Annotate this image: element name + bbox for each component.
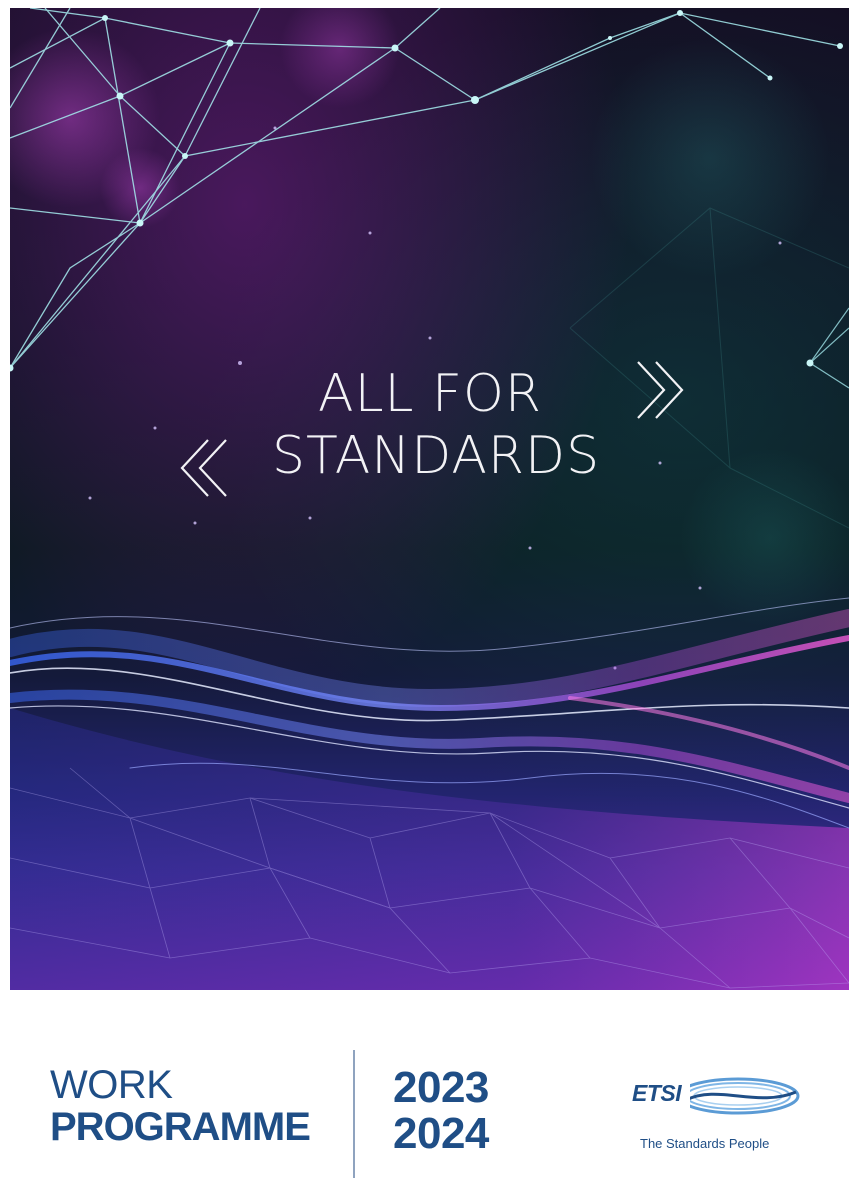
year-end: 2024 — [393, 1109, 489, 1158]
title-line-2: PROGRAMME — [50, 1105, 311, 1149]
cover-page: ALL FOR STANDARDS WORK PROGRAMME 2023 20… — [0, 0, 849, 1200]
title-line-1: WORK — [50, 1063, 173, 1107]
headline: ALL FOR STANDARDS — [10, 358, 849, 518]
etsi-wordmark: ETSI — [632, 1080, 682, 1106]
hero-artwork: ALL FOR STANDARDS — [10, 8, 849, 990]
headline-line-2: STANDARDS — [272, 426, 601, 486]
year-start: 2023 — [393, 1063, 489, 1112]
etsi-logo: ETSI The Standards People — [628, 1074, 828, 1164]
etsi-tagline: The Standards People — [640, 1136, 770, 1151]
vertical-divider — [353, 1050, 355, 1178]
double-chevron-left-icon — [180, 439, 227, 497]
work-programme-title: WORK PROGRAMME — [50, 1063, 311, 1149]
headline-line-1: ALL FOR — [318, 364, 543, 424]
footer-band: WORK PROGRAMME 2023 2024 ETSI The Standa… — [10, 990, 849, 1200]
double-chevron-right-icon — [637, 361, 684, 419]
programme-years: 2023 2024 — [393, 1066, 489, 1156]
